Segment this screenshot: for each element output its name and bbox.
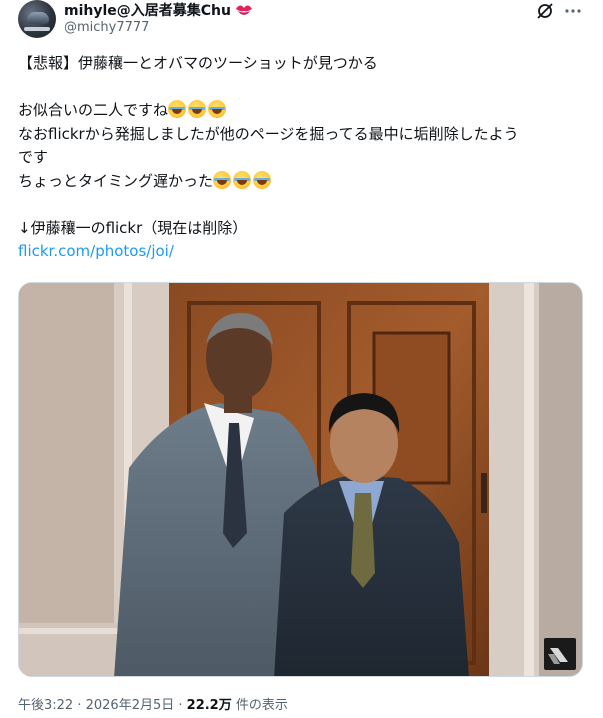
view-count: 22.2万	[186, 698, 232, 713]
name-row[interactable]: mihyle@入居者募集Chu	[64, 0, 253, 20]
face-with-tears-of-joy-icon	[253, 170, 272, 189]
rolling-on-floor-laughing-icon	[208, 100, 227, 118]
tweet-line-8: ↓伊藤穰一のflickr（現在は削除）	[18, 218, 248, 237]
watermark-icon	[544, 638, 576, 670]
tweet-line-3: お似合いの二人ですね	[18, 99, 588, 123]
tweet-line-6-text: ちょっとタイミング遅かった	[18, 171, 214, 190]
tweet-line-6: ちょっとタイミング遅かった	[18, 170, 588, 194]
tweet-line-4: なおflickrから発掘しましたが他のページを掘ってる最中に垢削除したよう	[18, 124, 519, 143]
display-name[interactable]: mihyle@入居者募集Chu	[64, 0, 231, 20]
photo-illustration	[19, 283, 582, 676]
helmet-stripe	[24, 27, 50, 31]
tweet-text: 【悲報】伊藤穰一とオバマのツーショットが見つかる お似合いの二人ですね なおfl…	[18, 52, 588, 264]
tweet-line-1: 【悲報】伊藤穰一とオバマのツーショットが見つかる	[18, 54, 378, 72]
grok-icon[interactable]	[536, 2, 554, 20]
tweet-date[interactable]: 2026年2月5日	[86, 698, 175, 713]
tweet-header: mihyle@入居者募集Chu @michy7777	[0, 0, 603, 50]
tweet-line-3-text: お似合いの二人ですね	[18, 101, 169, 119]
rolling-on-floor-laughing-icon	[188, 100, 207, 118]
meta-separator: ·	[73, 698, 86, 713]
face-with-tears-of-joy-icon	[233, 170, 252, 189]
tweet-meta: 午後3:22 · 2026年2月5日 · 22.2万 件の表示	[18, 694, 288, 713]
helmet-visor	[27, 12, 49, 24]
view-count-label: 件の表示	[231, 698, 288, 713]
face-with-tears-of-joy-icon	[213, 170, 232, 189]
more-options-icon[interactable]	[564, 2, 582, 20]
user-handle[interactable]: @michy7777	[64, 20, 149, 35]
flickr-link[interactable]: flickr.com/photos/joi/	[18, 242, 174, 260]
tweet-time[interactable]: 午後3:22	[18, 698, 73, 713]
tweet-line-5: です	[18, 148, 49, 166]
meta-separator: ·	[174, 698, 187, 713]
kiss-mark-icon	[235, 5, 252, 15]
tweet-link-line: flickr.com/photos/joi/	[18, 240, 588, 264]
avatar[interactable]	[18, 0, 56, 38]
rolling-on-floor-laughing-icon	[168, 100, 187, 118]
tweet-photo[interactable]	[18, 282, 583, 677]
